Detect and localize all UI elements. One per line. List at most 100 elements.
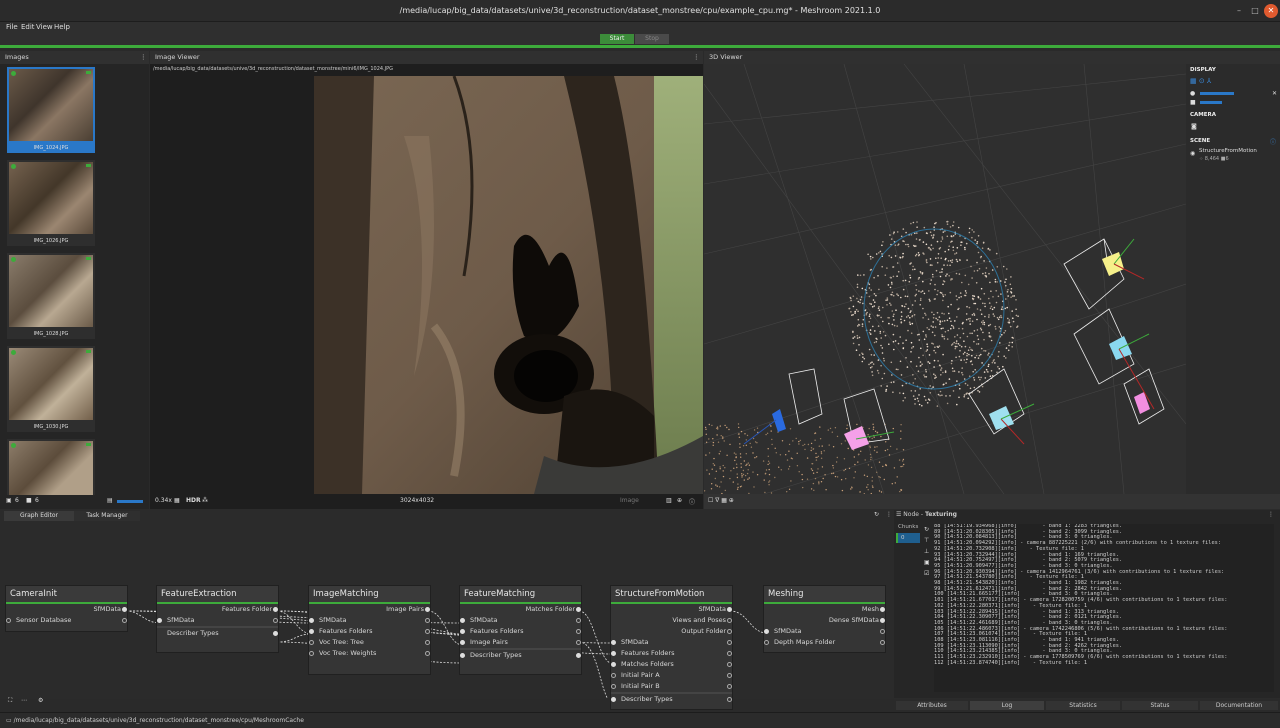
input-describer-types[interactable]: Describer Types <box>157 628 278 639</box>
thumbnail-size-slider[interactable] <box>117 500 143 503</box>
input-port[interactable] <box>460 618 465 623</box>
input-sfmdata[interactable]: SfMData <box>764 626 885 637</box>
input-port[interactable] <box>460 653 465 658</box>
start-button[interactable]: Start <box>600 34 634 44</box>
more-icon[interactable]: ⋮ <box>886 511 892 518</box>
input-port[interactable] <box>611 662 616 667</box>
input-port[interactable] <box>764 629 769 634</box>
image-thumbnail[interactable]: IMG_1028.JPG <box>7 253 95 339</box>
node-imagematching[interactable]: ImageMatching Image Pairs SfMData Featur… <box>308 585 431 675</box>
output-port[interactable] <box>273 607 278 612</box>
viewer-toolbar-icons[interactable]: ☐ ∇ ▦ ⊕ <box>708 497 734 504</box>
output-port[interactable] <box>576 618 581 623</box>
input-port[interactable] <box>309 640 314 645</box>
visibility-icon[interactable]: ◉ <box>1190 150 1195 157</box>
scene-info-icon[interactable]: ⓘ <box>1270 137 1276 146</box>
input-port[interactable] <box>611 651 616 656</box>
graph-editor[interactable]: CameraInit SfMData Sensor Database Featu… <box>0 522 892 710</box>
output-port[interactable] <box>425 629 430 634</box>
output-views-and-poses[interactable]: Views and Poses <box>611 615 732 626</box>
output-matches-folder[interactable]: Matches Folder <box>460 604 581 615</box>
globe-icon[interactable]: ⊕ <box>677 497 682 504</box>
output-dense-sfmdata[interactable]: Dense SfMData <box>764 615 885 626</box>
input-describer-types[interactable]: Describer Types <box>611 694 732 705</box>
input-port[interactable] <box>157 618 162 623</box>
close-icon[interactable]: ✕ <box>1264 4 1278 18</box>
output-port[interactable] <box>880 640 885 645</box>
more-icon[interactable]: ⋮ <box>140 51 147 64</box>
input-voc-tree-weights[interactable]: Voc Tree: Weights <box>309 648 430 659</box>
input-matches-folders[interactable]: Matches Folders <box>611 659 732 670</box>
input-port[interactable] <box>309 618 314 623</box>
output-port[interactable] <box>727 607 732 612</box>
menu-file[interactable]: File <box>6 22 18 33</box>
input-describer-types[interactable]: Describer Types <box>460 650 581 661</box>
output-port[interactable] <box>727 640 732 645</box>
input-features-folders[interactable]: Features Folders <box>309 626 430 637</box>
output-port[interactable] <box>273 631 278 636</box>
fit-icon[interactable]: ⛶ <box>8 697 12 705</box>
output-port[interactable] <box>425 640 430 645</box>
input-depth-maps-folder[interactable]: Depth Maps Folder <box>764 637 885 648</box>
output-image-pairs[interactable]: Image Pairs <box>309 604 430 615</box>
input-port[interactable] <box>611 684 616 689</box>
node-featureextraction[interactable]: FeatureExtraction Features Folder SfMDat… <box>156 585 279 653</box>
scene-item[interactable]: StructureFromMotion <box>1199 148 1257 154</box>
output-port[interactable] <box>727 629 732 634</box>
log-output[interactable]: 88 [14:51:19.934968][info] - band 1: 228… <box>934 524 1274 692</box>
node-structurefrommotion[interactable]: StructureFromMotion SfMData Views and Po… <box>610 585 733 710</box>
image-thumbnail[interactable]: IMG_1024.JPG <box>7 67 95 153</box>
output-port[interactable] <box>727 684 732 689</box>
output-port[interactable] <box>880 607 885 612</box>
output-port[interactable] <box>880 629 885 634</box>
camera-icon[interactable]: ◙ <box>1191 123 1197 130</box>
grid-icon[interactable]: ▦ <box>174 497 180 504</box>
output-port[interactable] <box>576 607 581 612</box>
input-port[interactable] <box>764 640 769 645</box>
input-port[interactable] <box>309 651 314 656</box>
more-icon[interactable]: ⋮ <box>1268 511 1274 518</box>
input-sfmdata[interactable]: SfMData <box>309 615 430 626</box>
tab-graph-editor[interactable]: Graph Editor <box>4 511 74 521</box>
camera-scale-slider[interactable] <box>1200 101 1222 104</box>
output-port[interactable] <box>576 629 581 634</box>
input-sfmdata[interactable]: SfMData <box>611 637 732 648</box>
input-port[interactable] <box>611 697 616 702</box>
menu-help[interactable]: Help <box>54 22 70 33</box>
node-camerainit[interactable]: CameraInit SfMData Sensor Database <box>5 585 128 632</box>
log-tool-icons[interactable]: ↻ ⊤ ⊥ ▣ ☑ <box>924 524 930 579</box>
menu-view[interactable]: View <box>36 22 53 33</box>
chunk-item[interactable]: 0 <box>896 533 920 543</box>
tab-documentation[interactable]: Documentation <box>1200 701 1278 710</box>
maximize-icon[interactable]: □ <box>1248 4 1262 18</box>
output-port[interactable] <box>425 618 430 623</box>
image-thumbnail[interactable]: IMG_1026.JPG <box>7 160 95 246</box>
more-horizontal-icon[interactable]: ⋯ <box>21 697 27 704</box>
output-mesh[interactable]: Mesh <box>764 604 885 615</box>
output-port[interactable] <box>273 618 278 623</box>
hdr-toggle[interactable]: HDR <box>186 497 201 504</box>
tab-log[interactable]: Log <box>970 701 1044 710</box>
more-icon[interactable]: ⋮ <box>693 51 700 64</box>
input-port[interactable] <box>309 629 314 634</box>
output-port[interactable] <box>727 651 732 656</box>
output-port[interactable] <box>576 640 581 645</box>
input-features-folders[interactable]: Features Folders <box>460 626 581 637</box>
output-port[interactable] <box>425 651 430 656</box>
info-icon[interactable]: ⓘ <box>689 497 695 506</box>
input-sensor-database[interactable]: Sensor Database <box>6 615 127 626</box>
image-thumbnail[interactable] <box>7 439 95 495</box>
image-thumbnail[interactable]: IMG_1030.JPG <box>7 346 95 432</box>
output-port[interactable] <box>425 607 430 612</box>
input-port[interactable] <box>611 673 616 678</box>
input-initial-pair-a[interactable]: Initial Pair A <box>611 670 732 681</box>
tab-attributes[interactable]: Attributes <box>896 701 968 710</box>
output-output-folder[interactable]: Output Folder <box>611 626 732 637</box>
output-features-folder[interactable]: Features Folder <box>157 604 278 615</box>
tab-status[interactable]: Status <box>1122 701 1198 710</box>
stop-button[interactable]: Stop <box>635 34 669 44</box>
input-port[interactable] <box>460 629 465 634</box>
refresh-icon[interactable]: ↻ <box>874 511 879 518</box>
input-initial-pair-b[interactable]: Initial Pair B <box>611 681 732 692</box>
output-port[interactable] <box>122 618 127 623</box>
